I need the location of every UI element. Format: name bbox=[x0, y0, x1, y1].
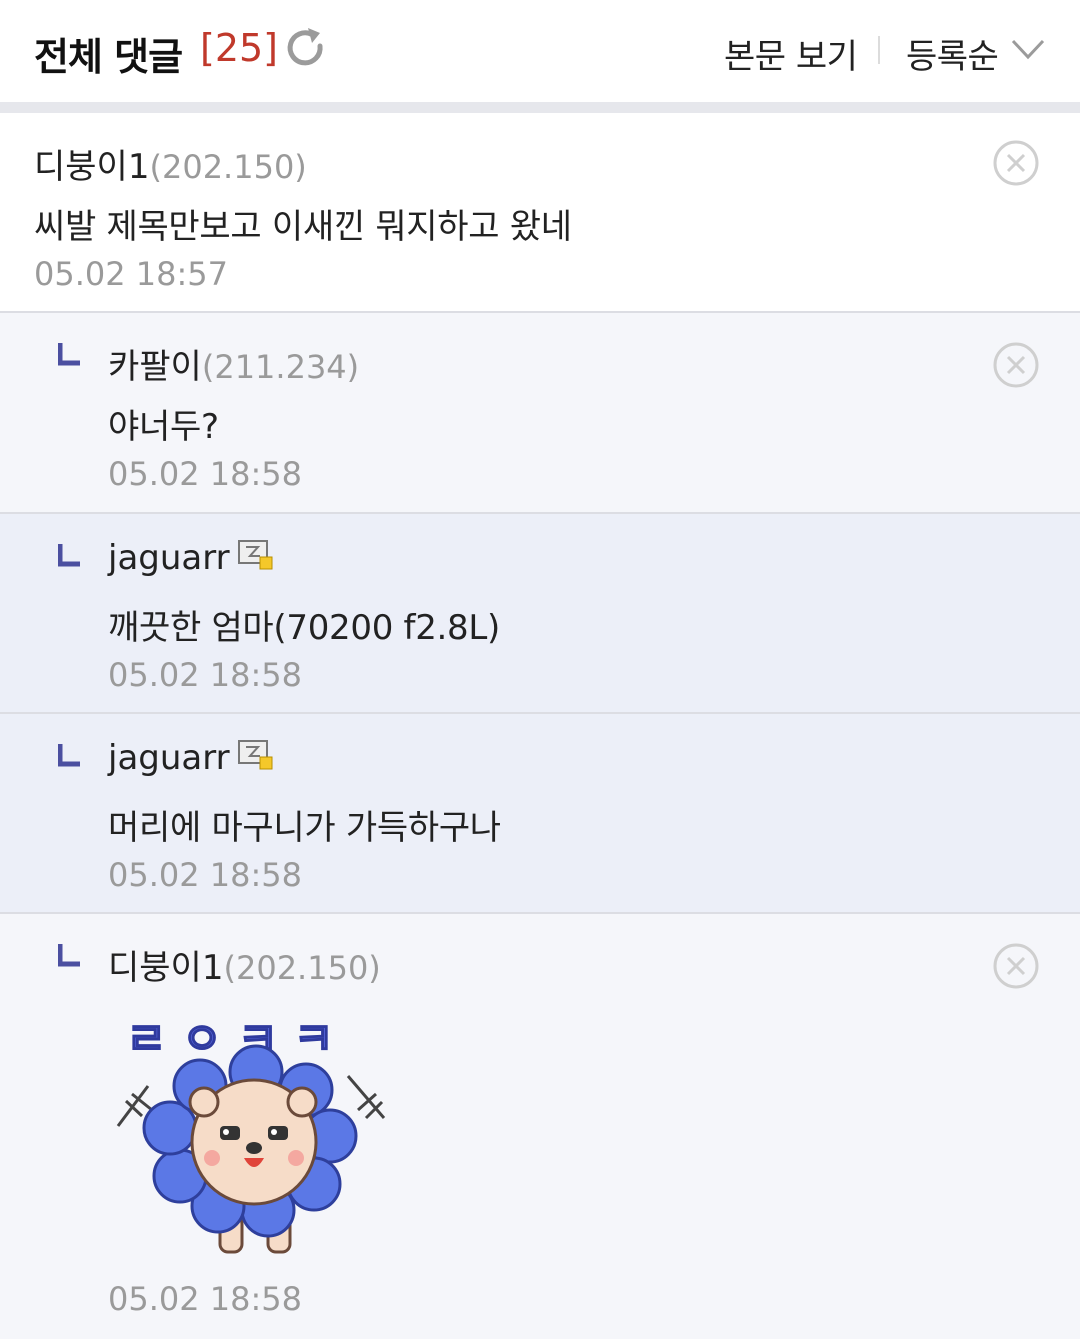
author-nickname: 디붕이1 bbox=[108, 948, 224, 988]
author-ip: (202.150) bbox=[223, 949, 381, 987]
sticker-lettering: ㄹ ㅇ ㅋ ㅋ bbox=[126, 1014, 334, 1065]
comment-time: 05.02 18:58 bbox=[108, 656, 302, 694]
comment-author[interactable]: 디붕이1(202.150) bbox=[108, 940, 381, 989]
sort-dropdown[interactable]: 등록순 bbox=[906, 29, 999, 78]
comment-time: 05.02 18:57 bbox=[34, 255, 228, 293]
comment-time: 05.02 18:58 bbox=[108, 1280, 302, 1318]
author-ip: (202.150) bbox=[149, 148, 307, 186]
close-circle-icon[interactable] bbox=[992, 139, 1040, 187]
close-circle-icon[interactable] bbox=[992, 341, 1040, 389]
author-nickname: jaguarr bbox=[108, 538, 230, 578]
comments-count: [25] bbox=[200, 26, 279, 70]
reply-item: 카팔이(211.234) 야너두? 05.02 18:58 bbox=[0, 313, 1080, 514]
reply-item: jaguarr 머리에 마구니가 가득하구나 05.02 18:58 bbox=[0, 714, 1080, 914]
reply-arrow-icon bbox=[58, 544, 80, 567]
reply-item: 디붕이1(202.150) ㄹ ㅇ ㅋ ㅋ 05.02 18:58 bbox=[0, 914, 1080, 1339]
comments-header: 전체 댓글 [25] 본문 보기 등록순 bbox=[0, 0, 1080, 102]
close-circle-icon[interactable] bbox=[992, 942, 1040, 990]
reply-arrow-icon bbox=[58, 944, 80, 967]
reply-arrow-icon bbox=[58, 744, 80, 767]
author-nickname: 디붕이1 bbox=[34, 147, 150, 187]
comment-text: 깨끗한 엄마(70200 f2.8L) bbox=[108, 608, 500, 648]
reply-item: jaguarr 깨끗한 엄마(70200 f2.8L) 05.02 18:58 bbox=[0, 514, 1080, 714]
comment-author[interactable]: jaguarr bbox=[108, 738, 274, 778]
author-nickname: 카팔이 bbox=[108, 347, 202, 387]
comment-item: 디붕이1(202.150) 씨발 제목만보고 이새낀 뭐지하고 왔네 05.02… bbox=[0, 113, 1080, 313]
comment-text: 머리에 마구니가 가득하구나 bbox=[108, 808, 501, 848]
header-divider-bar bbox=[0, 102, 1080, 113]
comment-author[interactable]: jaguarr bbox=[108, 538, 274, 578]
author-ip: (211.234) bbox=[201, 348, 360, 386]
comment-author[interactable]: 카팔이(211.234) bbox=[108, 339, 359, 388]
member-icon bbox=[237, 740, 273, 770]
comment-text: 씨발 제목만보고 이새낀 뭐지하고 왔네 bbox=[34, 207, 572, 247]
author-nickname: jaguarr bbox=[108, 738, 230, 778]
reply-arrow-icon bbox=[58, 343, 80, 366]
refresh-icon[interactable] bbox=[284, 26, 328, 70]
chevron-down-icon[interactable] bbox=[1010, 36, 1046, 62]
view-body-button[interactable]: 본문 보기 bbox=[724, 29, 858, 78]
lion-sticker-image: ㄹ ㅇ ㅋ ㅋ bbox=[116, 1013, 386, 1254]
comment-text: 야너두? bbox=[108, 407, 219, 447]
comment-time: 05.02 18:58 bbox=[108, 856, 302, 894]
comments-title: 전체 댓글 bbox=[34, 35, 183, 79]
comment-time: 05.02 18:58 bbox=[108, 455, 302, 493]
member-icon bbox=[237, 540, 273, 570]
header-divider bbox=[878, 36, 880, 64]
comment-author[interactable]: 디붕이1(202.150) bbox=[34, 139, 307, 188]
